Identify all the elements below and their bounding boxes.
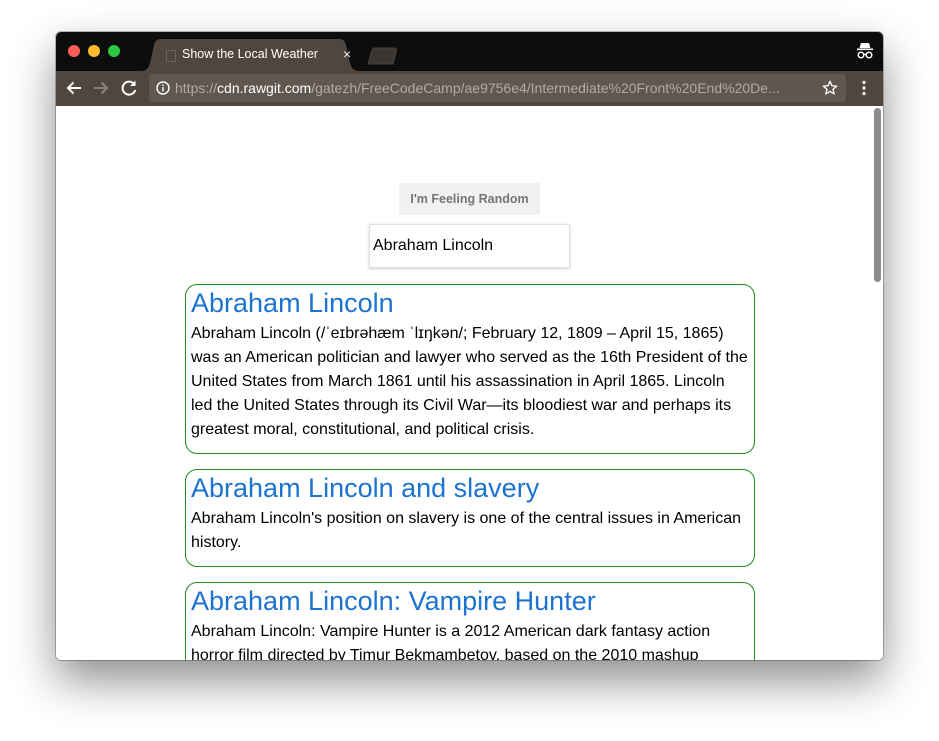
result-extract: Abraham Lincoln: Vampire Hunter is a 201… (191, 623, 711, 660)
back-arrow-icon[interactable] (65, 79, 83, 97)
url-host: cdn.rawgit.com (217, 80, 312, 96)
tab-active[interactable]: Show the Local Weather × (140, 39, 360, 71)
result-title[interactable]: Abraham Lincoln (191, 287, 749, 320)
url-text: https://cdn.rawgit.com/gatezh/FreeCodeCa… (175, 80, 815, 96)
search-input[interactable] (369, 224, 570, 268)
tab-strip: Show the Local Weather × (56, 32, 883, 71)
forward-arrow-icon[interactable] (92, 79, 110, 97)
browser-toolbar: https://cdn.rawgit.com/gatezh/FreeCodeCa… (56, 71, 883, 106)
url-path: /gatezh/FreeCodeCamp/ae9756e4/Intermedia… (311, 80, 780, 96)
browser-window: Show the Local Weather × https://cdn.raw… (56, 32, 883, 660)
tab-close-icon[interactable]: × (343, 46, 351, 62)
incognito-icon[interactable] (856, 41, 874, 61)
star-icon[interactable] (822, 80, 838, 96)
result-card[interactable]: Abraham Lincoln: Vampire Hunter Abraham … (185, 582, 755, 660)
result-extract: Abraham Lincoln (/ˈeɪbrəhæm ˈlɪŋkən/; Fe… (191, 325, 748, 438)
close-window-button[interactable] (68, 45, 80, 57)
kebab-menu-icon[interactable] (861, 80, 867, 96)
random-article-button[interactable]: I'm Feeling Random (399, 183, 540, 215)
maximize-window-button[interactable] (108, 45, 120, 57)
new-tab-button[interactable] (366, 47, 400, 65)
address-bar[interactable]: https://cdn.rawgit.com/gatezh/FreeCodeCa… (149, 74, 846, 102)
vertical-scrollbar-thumb[interactable] (874, 108, 881, 282)
result-extract: Abraham Lincoln's position on slavery is… (191, 510, 742, 551)
page-viewport[interactable]: I'm Feeling Random Abraham Lincoln Abrah… (56, 106, 883, 660)
result-title[interactable]: Abraham Lincoln and slavery (191, 472, 749, 505)
reload-icon[interactable] (120, 79, 138, 97)
minimize-window-button[interactable] (88, 45, 100, 57)
result-title[interactable]: Abraham Lincoln: Vampire Hunter (191, 585, 749, 618)
favicon-placeholder-icon (166, 50, 176, 62)
result-card[interactable]: Abraham Lincoln Abraham Lincoln (/ˈeɪbrə… (185, 284, 755, 454)
tab-title: Show the Local Weather (182, 47, 318, 61)
url-protocol: https:// (175, 80, 218, 96)
result-card[interactable]: Abraham Lincoln and slavery Abraham Linc… (185, 469, 755, 567)
info-icon[interactable] (156, 81, 170, 95)
